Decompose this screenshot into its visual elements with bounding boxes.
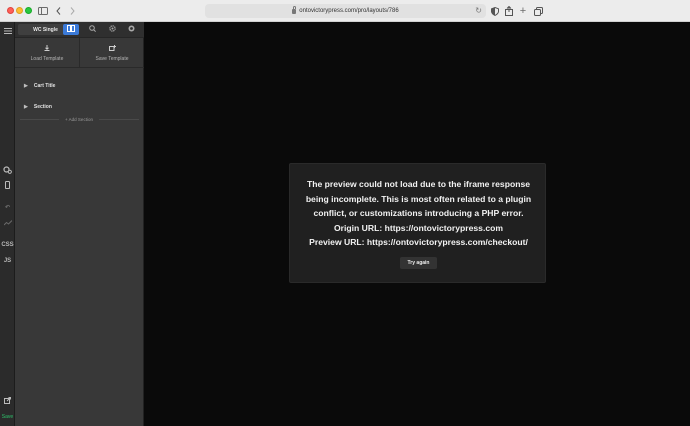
privacy-shield-icon[interactable] <box>490 4 500 18</box>
tab-structure[interactable] <box>63 24 79 35</box>
try-again-button[interactable]: Try again <box>400 257 437 269</box>
save-button[interactable]: Save <box>0 412 15 422</box>
new-tab-icon[interactable]: + <box>518 4 528 18</box>
back-icon[interactable] <box>54 4 62 18</box>
save-template-label: Save Template <box>95 55 129 62</box>
share-icon[interactable] <box>504 4 514 18</box>
builder-icon-rail: ↶ CSS JS Save <box>0 22 15 426</box>
error-line: conflict, or customizations introducing … <box>313 208 524 218</box>
panel-toolbar: WC Single <box>15 22 144 38</box>
error-line: Preview URL: https://ontovictorypress.co… <box>309 237 528 247</box>
history-icon[interactable] <box>0 218 15 228</box>
structure-item-section[interactable]: ▶ Section <box>15 100 144 114</box>
undo-icon[interactable]: ↶ <box>0 202 15 212</box>
settings-cogs-icon[interactable] <box>0 165 15 175</box>
sidebar-toggle-icon[interactable] <box>37 4 49 18</box>
structure-item-label: Section <box>33 104 52 110</box>
error-message: The preview could not load due to the if… <box>290 177 547 250</box>
wordpress-icon <box>128 25 135 34</box>
css-button[interactable]: CSS <box>0 240 15 250</box>
load-template-button[interactable]: Load Template <box>15 38 79 68</box>
add-section-button[interactable]: + Add Section <box>59 115 99 123</box>
js-button[interactable]: JS <box>0 256 15 266</box>
save-template-button[interactable]: Save Template <box>79 38 144 68</box>
browser-toolbar: ontovictorypress.com/pro/layouts/786 ↻ + <box>0 0 690 22</box>
lock-icon <box>292 5 297 14</box>
forward-icon[interactable] <box>68 4 76 18</box>
builder-panel: WC Single Load Template Save Template ▶ … <box>15 22 144 426</box>
tab-wordpress[interactable] <box>123 24 139 35</box>
structure-item-cart-title[interactable]: ▶ Cart Title <box>15 79 144 93</box>
tab-search[interactable] <box>84 24 100 35</box>
address-bar[interactable]: ontovictorypress.com/pro/layouts/786 ↻ <box>205 4 486 18</box>
structure-item-label: Cart Title <box>33 83 56 89</box>
tab-settings[interactable] <box>104 24 120 35</box>
load-template-label: Load Template <box>30 55 64 62</box>
close-window-button[interactable] <box>7 7 14 14</box>
menu-icon[interactable] <box>0 26 15 36</box>
external-link-icon[interactable] <box>0 395 15 405</box>
zoom-window-button[interactable] <box>25 7 32 14</box>
minimize-window-button[interactable] <box>16 7 23 14</box>
tab-overview-icon[interactable] <box>533 4 543 18</box>
error-line: being incomplete. This is most often rel… <box>305 193 532 204</box>
caret-right-icon: ▶ <box>24 104 28 110</box>
error-line: The preview could not load due to the if… <box>307 179 530 189</box>
gear-icon <box>108 25 116 34</box>
download-icon <box>44 44 50 53</box>
book-icon <box>67 25 75 34</box>
reload-icon[interactable]: ↻ <box>475 6 482 15</box>
search-icon <box>88 25 96 34</box>
save-template-icon <box>108 44 116 53</box>
url-text: ontovictorypress.com/pro/layouts/786 <box>299 8 399 14</box>
caret-right-icon: ▶ <box>24 83 28 89</box>
template-actions: Load Template Save Template <box>15 38 144 68</box>
responsive-mode-icon[interactable] <box>0 180 15 190</box>
preview-error-dialog: The preview could not load due to the if… <box>289 163 546 283</box>
error-line: Origin URL: https://ontovictorypress.com <box>333 222 504 233</box>
